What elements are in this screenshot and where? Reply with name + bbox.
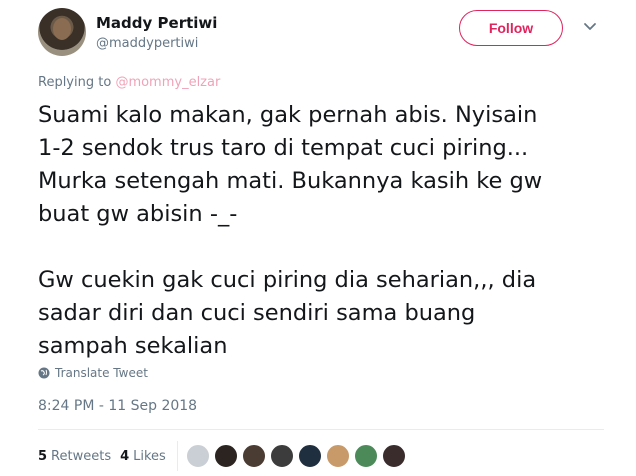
translate-label: Translate Tweet xyxy=(55,366,148,380)
tweet-line: 1-2 sendok trus taro di tempat cuci piri… xyxy=(38,135,529,161)
user-avatar[interactable] xyxy=(38,8,86,56)
liker-avatars xyxy=(185,444,410,468)
tweet-line: Gw cuekin gak cuci piring dia seharian,,… xyxy=(38,267,537,293)
avatar-icon[interactable] xyxy=(297,444,322,468)
retweets-label: Retweets xyxy=(51,448,112,464)
translate-tweet-link[interactable]: Translate Tweet xyxy=(38,366,148,380)
avatar-icon[interactable] xyxy=(269,444,294,468)
user-handle[interactable]: @maddypertiwi xyxy=(96,36,198,51)
globe-icon xyxy=(38,367,50,379)
avatar-face xyxy=(53,18,71,40)
user-display-name[interactable]: Maddy Pertiwi xyxy=(96,14,217,32)
likes-stat[interactable]: 4 Likes xyxy=(120,449,166,464)
reply-mention-link[interactable]: @mommy_elzar xyxy=(115,75,220,90)
tweet-line: buat gw abisin -_- xyxy=(38,201,238,227)
likes-label: Likes xyxy=(133,448,166,464)
avatar-default-icon[interactable] xyxy=(185,444,210,468)
tweet-text: Suami kalo makan, gak pernah abis. Nyisa… xyxy=(38,99,613,363)
replying-to: Replying to @mommy_elzar xyxy=(38,75,220,90)
stats-separator xyxy=(176,441,178,471)
tweet-header: Maddy Pertiwi @maddypertiwi Follow xyxy=(38,8,618,60)
likes-count: 4 xyxy=(120,448,130,464)
avatar-icon[interactable] xyxy=(213,444,238,468)
replying-prefix: Replying to xyxy=(38,75,112,90)
retweets-count: 5 xyxy=(38,448,48,464)
tweet-line: sampah sekalian xyxy=(38,333,228,359)
avatar-icon[interactable] xyxy=(353,444,378,468)
divider xyxy=(38,429,604,430)
tweet-stats: 5 Retweets 4 Likes xyxy=(38,441,410,471)
avatar-icon[interactable] xyxy=(381,444,406,468)
tweet-line: Murka setengah mati. Bukannya kasih ke g… xyxy=(38,168,543,194)
tweet-line: sadar diri dan cuci sendiri sama buang xyxy=(38,300,476,326)
chevron-down-icon[interactable] xyxy=(583,20,597,34)
avatar-icon[interactable] xyxy=(241,444,266,468)
avatar-icon[interactable] xyxy=(325,444,350,468)
tweet-timestamp[interactable]: 8:24 PM - 11 Sep 2018 xyxy=(38,398,197,414)
follow-button[interactable]: Follow xyxy=(459,10,563,46)
tweet-line: Suami kalo makan, gak pernah abis. Nyisa… xyxy=(38,102,538,128)
retweets-stat[interactable]: 5 Retweets xyxy=(38,449,111,464)
